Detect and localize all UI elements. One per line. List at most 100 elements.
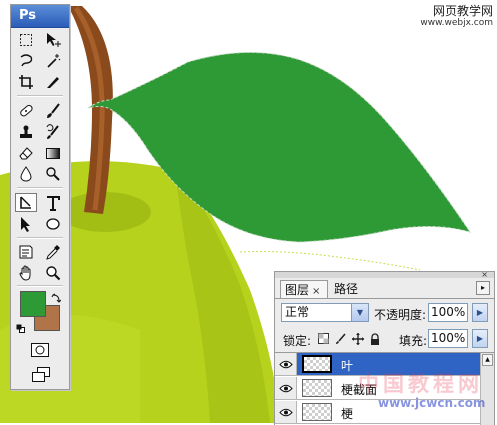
path-selection-tool[interactable]: [15, 214, 37, 233]
blend-mode-value: 正常: [285, 305, 310, 319]
chevron-down-icon[interactable]: ▼: [351, 304, 368, 321]
lock-pixels-icon[interactable]: [334, 332, 347, 345]
healing-brush-icon: [20, 104, 33, 116]
healing-brush-tool[interactable]: [15, 101, 37, 120]
layer-name: 梗: [341, 407, 354, 421]
app-logo: Ps: [19, 8, 37, 23]
zoom-icon: [46, 265, 61, 280]
layer-list: 叶 梗截面 梗 ▲: [275, 352, 494, 425]
screen-mode-icon: [32, 367, 50, 382]
visibility-toggle[interactable]: [275, 353, 297, 375]
lock-transparent-icon[interactable]: [317, 332, 330, 345]
eye-icon: [278, 381, 294, 395]
quick-mask-button[interactable]: [29, 341, 51, 359]
layer-list-scrollbar[interactable]: ▲: [480, 353, 494, 425]
move-tool[interactable]: [42, 30, 64, 49]
brush-tool[interactable]: [42, 101, 64, 120]
panel-tabs: 图层 × 路径 ▸: [275, 278, 494, 299]
zoom-tool[interactable]: [42, 263, 64, 282]
swap-colors-icon[interactable]: [51, 288, 62, 303]
type-icon: [47, 195, 60, 211]
toolbox-separator: [17, 187, 63, 189]
crop-icon: [19, 74, 33, 89]
hand-icon: [19, 264, 31, 281]
panel-menu-icon: ▸: [480, 283, 485, 292]
quick-mask-icon: [31, 343, 49, 357]
notes-icon: [19, 245, 33, 258]
tab-layers-label: 图层: [285, 283, 310, 297]
eye-icon: [278, 357, 294, 371]
watermark-top: 网页教学网 www.webjx.com: [403, 5, 493, 29]
toolbox: Ps: [10, 4, 70, 390]
lock-position-icon[interactable]: [351, 332, 364, 345]
opacity-input[interactable]: 100%: [428, 303, 468, 322]
layer-row-leaf[interactable]: 叶: [275, 353, 480, 376]
eraser-icon: [19, 146, 33, 159]
magic-wand-icon: [47, 53, 61, 68]
visibility-toggle[interactable]: [275, 377, 297, 399]
opacity-slider-button[interactable]: ▶: [472, 303, 488, 322]
default-colors-icon[interactable]: [16, 319, 26, 333]
tab-layers[interactable]: 图层 ×: [280, 280, 328, 298]
screen-mode-button[interactable]: [29, 365, 53, 385]
clone-stamp-tool[interactable]: [15, 122, 37, 141]
chevron-right-icon: ▶: [476, 308, 484, 317]
blend-opacity-row: 正常 ▼ 不透明度: 100% ▶: [275, 301, 494, 325]
gradient-icon: [46, 147, 60, 159]
foreground-color-swatch[interactable]: [20, 291, 46, 317]
scroll-up-icon[interactable]: ▲: [482, 354, 493, 366]
toolbox-separator: [17, 95, 63, 97]
tab-close-icon[interactable]: ×: [312, 286, 320, 297]
tab-paths-label: 路径: [334, 282, 359, 296]
layer-thumbnail: [302, 355, 332, 373]
lock-fill-row: 锁定: 填充: 100% ▶: [275, 328, 494, 350]
dodge-tool[interactable]: [42, 164, 64, 183]
layer-name: 梗截面: [341, 383, 378, 397]
hand-tool[interactable]: [15, 263, 37, 282]
panel-menu-button[interactable]: ▸: [476, 281, 490, 295]
gradient-tool[interactable]: [42, 143, 64, 162]
toolbox-separator: [17, 285, 63, 287]
watermark-top-url: www.webjx.com: [420, 18, 493, 28]
blur-tool[interactable]: [15, 164, 37, 183]
history-brush-tool[interactable]: [42, 122, 64, 141]
notes-tool[interactable]: [15, 242, 37, 261]
lock-all-icon[interactable]: [368, 332, 381, 345]
brush-icon: [47, 102, 60, 118]
fill-input[interactable]: 100%: [428, 329, 468, 348]
layer-thumbnail: [302, 403, 332, 421]
visibility-toggle[interactable]: [275, 401, 297, 423]
apple-top-edge: [239, 251, 421, 271]
toolbox-separator: [17, 237, 63, 239]
eyedropper-tool[interactable]: [42, 242, 64, 261]
rectangular-marquee-tool[interactable]: [15, 30, 37, 49]
slice-tool[interactable]: [42, 72, 64, 91]
eyedropper-icon: [46, 244, 60, 260]
lasso-tool[interactable]: [15, 51, 37, 70]
blur-icon: [20, 165, 32, 181]
layers-panel: × 图层 × 路径 ▸ 正常 ▼ 不透明度: 100% ▶ 锁定: 填充: 10…: [274, 270, 495, 425]
move-icon: [47, 32, 61, 47]
magic-wand-tool[interactable]: [42, 51, 64, 70]
crop-tool[interactable]: [15, 72, 37, 91]
path-selection-icon: [21, 216, 30, 232]
history-brush-icon: [46, 123, 59, 139]
type-tool[interactable]: [42, 193, 64, 212]
layer-thumbnail: [302, 379, 332, 397]
tab-paths[interactable]: 路径: [330, 280, 364, 298]
layer-row-stem-section[interactable]: 梗截面: [275, 377, 480, 400]
ellipse-tool[interactable]: [42, 214, 64, 233]
layer-row-stem[interactable]: 梗: [275, 401, 480, 424]
lock-label: 锁定:: [283, 334, 312, 348]
clone-stamp-icon: [20, 125, 32, 138]
watermark-top-title: 网页教学网: [432, 4, 493, 18]
fill-label: 填充:: [399, 334, 428, 348]
eraser-tool[interactable]: [15, 143, 37, 162]
rectangular-marquee-icon: [20, 33, 32, 46]
pen-icon: [20, 196, 31, 209]
fill-slider-button[interactable]: ▶: [472, 329, 488, 348]
toolbox-header[interactable]: Ps: [11, 5, 69, 28]
blend-mode-select[interactable]: 正常 ▼: [281, 303, 369, 322]
pen-tool[interactable]: [15, 193, 37, 212]
dodge-icon: [46, 166, 60, 181]
